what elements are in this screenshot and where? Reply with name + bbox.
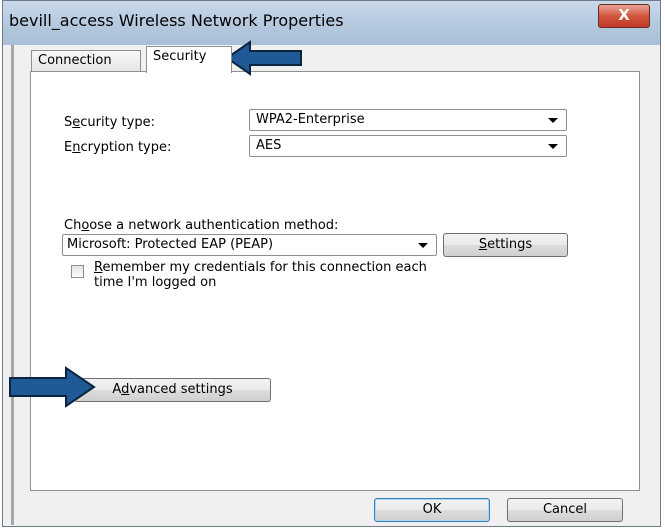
tab-connection-label: Connection [38, 53, 112, 68]
network-properties-dialog: bevill_access Wireless Network Propertie… [2, 0, 661, 527]
auth-method-label: Choose a network authentication method: [64, 218, 339, 233]
security-tab-panel: Security type: WPA2-Enterprise Encryptio… [30, 71, 640, 491]
auth-method-value: Microsoft: Protected EAP (PEAP) [67, 237, 274, 252]
tab-security[interactable]: Security [146, 46, 232, 73]
auth-method-dropdown[interactable]: Microsoft: Protected EAP (PEAP) [62, 234, 437, 256]
cancel-button[interactable]: Cancel [507, 498, 623, 522]
encryption-type-value: AES [256, 138, 282, 153]
remember-credentials-label-line2: time I'm logged on [94, 275, 217, 290]
frame-border [11, 45, 14, 525]
callout-arrow-left-shape [225, 40, 302, 76]
encryption-type-label: Encryption type: [64, 140, 172, 155]
ok-button[interactable]: OK [374, 498, 490, 522]
callout-arrow-right-icon [9, 366, 96, 408]
callout-arrow-left-icon [225, 40, 302, 76]
callout-arrow-right-shape [9, 366, 96, 408]
close-button[interactable]: X [598, 4, 650, 28]
title-bar[interactable]: bevill_access Wireless Network Propertie… [3, 1, 660, 45]
chevron-down-icon [548, 118, 558, 123]
window-title: bevill_access Wireless Network Propertie… [9, 11, 344, 30]
chevron-down-icon [418, 243, 428, 248]
tab-connection[interactable]: Connection [31, 50, 141, 72]
tab-security-label: Security [153, 49, 207, 64]
encryption-type-dropdown[interactable]: AES [249, 135, 567, 157]
close-icon: X [618, 6, 630, 24]
chevron-down-icon [548, 144, 558, 149]
security-type-label: Security type: [64, 115, 155, 130]
security-type-value: WPA2-Enterprise [256, 112, 365, 127]
security-type-dropdown[interactable]: WPA2-Enterprise [249, 109, 567, 131]
remember-credentials-label: Remember my credentials for this connect… [94, 260, 427, 275]
settings-button[interactable]: Settings [443, 233, 568, 257]
advanced-settings-button[interactable]: Advanced settings [74, 378, 271, 402]
remember-credentials-checkbox[interactable] [71, 265, 84, 278]
